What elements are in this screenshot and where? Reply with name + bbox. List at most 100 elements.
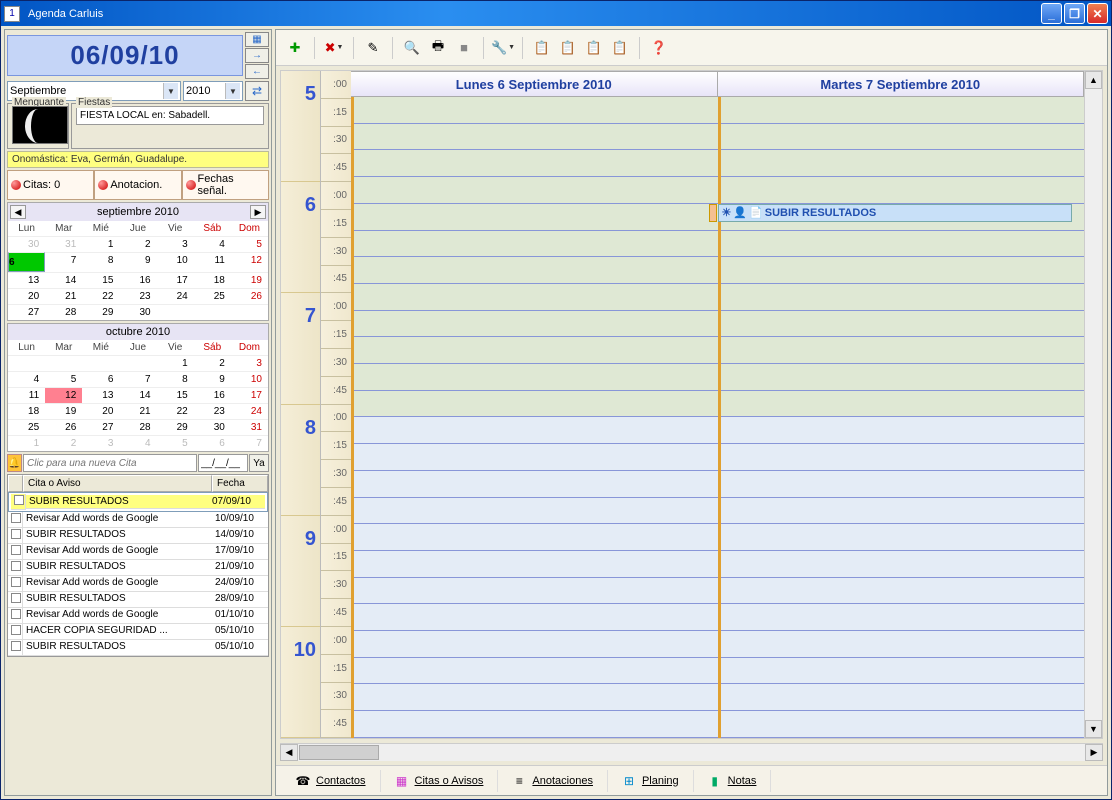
tab-planing[interactable]: ⊞Planing <box>608 770 694 792</box>
time-slot[interactable] <box>721 604 1085 631</box>
time-slot[interactable] <box>721 498 1085 525</box>
anotacion-button[interactable]: Anotacion. <box>94 170 181 200</box>
task-row[interactable]: Revisar Add words de Google01/10/10 <box>8 608 268 624</box>
fechas-button[interactable]: Fechas señal. <box>182 170 269 200</box>
calendar-day[interactable]: 11 <box>8 387 45 403</box>
time-slot[interactable] <box>354 578 718 605</box>
time-slot[interactable] <box>721 658 1085 685</box>
time-slot[interactable] <box>721 150 1085 177</box>
calendar-day[interactable]: 10 <box>157 252 194 272</box>
calendar-day[interactable]: 4 <box>194 236 231 252</box>
time-slot[interactable] <box>354 471 718 498</box>
calendar-day[interactable]: 2 <box>45 435 82 451</box>
calendar-day[interactable]: 20 <box>8 288 45 304</box>
swap-button[interactable]: ⇄ <box>245 81 269 101</box>
time-slot[interactable] <box>721 551 1085 578</box>
calendar-day[interactable]: 5 <box>231 236 268 252</box>
calendar-day[interactable]: 14 <box>45 272 82 288</box>
calendar-day[interactable]: 22 <box>82 288 119 304</box>
scroll-up-button[interactable]: ▲ <box>1085 71 1102 89</box>
time-slot[interactable] <box>354 150 718 177</box>
time-slot[interactable] <box>721 284 1085 311</box>
calendar-day[interactable]: 17 <box>231 387 268 403</box>
clipboard1-button[interactable]: 📋 <box>531 37 553 59</box>
calendar-day[interactable]: 6 <box>8 252 45 272</box>
calendar-day[interactable]: 23 <box>119 288 156 304</box>
scroll-down-button[interactable]: ▼ <box>1085 720 1102 738</box>
calendar-day[interactable]: 29 <box>157 419 194 435</box>
calendar-day[interactable]: 25 <box>8 419 45 435</box>
calendar-day[interactable]: 2 <box>119 236 156 252</box>
clipboard3-button[interactable]: 📋 <box>583 37 605 59</box>
day-grid[interactable]: ☀ 👤 📄 SUBIR RESULTADOS <box>351 97 1084 738</box>
time-slot[interactable] <box>721 124 1085 151</box>
time-slot[interactable] <box>721 417 1085 444</box>
calendar-day[interactable]: 1 <box>82 236 119 252</box>
calendar-day[interactable]: 23 <box>194 403 231 419</box>
calendar-day[interactable]: 13 <box>8 272 45 288</box>
time-slot[interactable] <box>721 97 1085 124</box>
calendar-day[interactable]: 20 <box>82 403 119 419</box>
time-slot[interactable] <box>354 311 718 338</box>
calendar-day[interactable]: 12 <box>231 252 268 272</box>
calendar-day[interactable]: 18 <box>8 403 45 419</box>
delete-button[interactable]: ✖▼ <box>323 37 345 59</box>
task-row[interactable]: Revisar Add words de Google24/09/10 <box>8 576 268 592</box>
calendar-day[interactable]: 30 <box>8 236 45 252</box>
calendar-day[interactable]: 14 <box>119 387 156 403</box>
edit-button[interactable]: ✎ <box>362 37 384 59</box>
time-slot[interactable] <box>354 444 718 471</box>
task-row[interactable]: HACER COPIA SEGURIDAD ...05/10/10 <box>8 624 268 640</box>
cal-next[interactable]: ▶ <box>250 205 266 219</box>
task-row[interactable]: Revisar Add words de Google17/09/10 <box>8 544 268 560</box>
time-slot[interactable] <box>354 124 718 151</box>
calendar-day[interactable]: 31 <box>45 236 82 252</box>
calendar-day[interactable]: 3 <box>231 355 268 371</box>
time-slot[interactable] <box>721 444 1085 471</box>
calendar-day[interactable]: 15 <box>157 387 194 403</box>
calendar-day[interactable] <box>8 355 45 371</box>
task-row[interactable]: SUBIR RESULTADOS28/09/10 <box>8 592 268 608</box>
time-slot[interactable] <box>354 231 718 258</box>
time-slot[interactable] <box>721 631 1085 658</box>
calendar-day[interactable]: 3 <box>157 236 194 252</box>
calendar-day[interactable]: 7 <box>45 252 82 272</box>
calendar-day[interactable]: 6 <box>82 371 119 387</box>
citas-count-button[interactable]: Citas: 0 <box>7 170 94 200</box>
calendar-day[interactable]: 10 <box>231 371 268 387</box>
calendar-day[interactable]: 15 <box>82 272 119 288</box>
calendar-day[interactable]: 28 <box>119 419 156 435</box>
print-button[interactable]: 🖶 <box>427 37 449 59</box>
calendar-day[interactable]: 8 <box>157 371 194 387</box>
calendar-day[interactable]: 24 <box>157 288 194 304</box>
help-button[interactable]: ❓ <box>648 37 670 59</box>
scroll-right-button[interactable]: ▶ <box>1085 744 1103 761</box>
time-slot[interactable] <box>354 284 718 311</box>
calendar-day[interactable]: 4 <box>8 371 45 387</box>
calendar-day[interactable]: 4 <box>119 435 156 451</box>
time-slot[interactable] <box>354 204 718 231</box>
task-row[interactable]: Revisar Add words de Google10/09/10 <box>8 512 268 528</box>
add-button[interactable]: ✚ <box>284 37 306 59</box>
cal-prev[interactable]: ◀ <box>10 205 26 219</box>
mini-calendar-september[interactable]: ◀septiembre 2010▶LunMarMiéJueVieSábDom30… <box>7 202 269 321</box>
calendar-day[interactable]: 19 <box>231 272 268 288</box>
calendar-day[interactable]: 3 <box>82 435 119 451</box>
close-button[interactable]: ✕ <box>1087 3 1108 24</box>
event-handle[interactable] <box>709 204 717 222</box>
time-slot[interactable] <box>354 631 718 658</box>
calendar-day[interactable]: 13 <box>82 387 119 403</box>
new-cita-date-input[interactable] <box>198 454 248 472</box>
calendar-event[interactable]: ☀ 👤 📄 SUBIR RESULTADOS <box>718 204 1073 222</box>
calendar-day[interactable]: 24 <box>231 403 268 419</box>
calendar-day[interactable]: 2 <box>194 355 231 371</box>
time-slot[interactable] <box>354 97 718 124</box>
time-slot[interactable] <box>721 471 1085 498</box>
calendar-day[interactable]: 22 <box>157 403 194 419</box>
calendar-day[interactable] <box>194 304 231 320</box>
time-slot[interactable] <box>721 711 1085 738</box>
calendar-day[interactable]: 30 <box>194 419 231 435</box>
calendar-day[interactable]: 1 <box>8 435 45 451</box>
calendar-day[interactable]: 27 <box>8 304 45 320</box>
mini-calendar-october[interactable]: octubre 2010LunMarMiéJueVieSábDom1234567… <box>7 323 269 452</box>
